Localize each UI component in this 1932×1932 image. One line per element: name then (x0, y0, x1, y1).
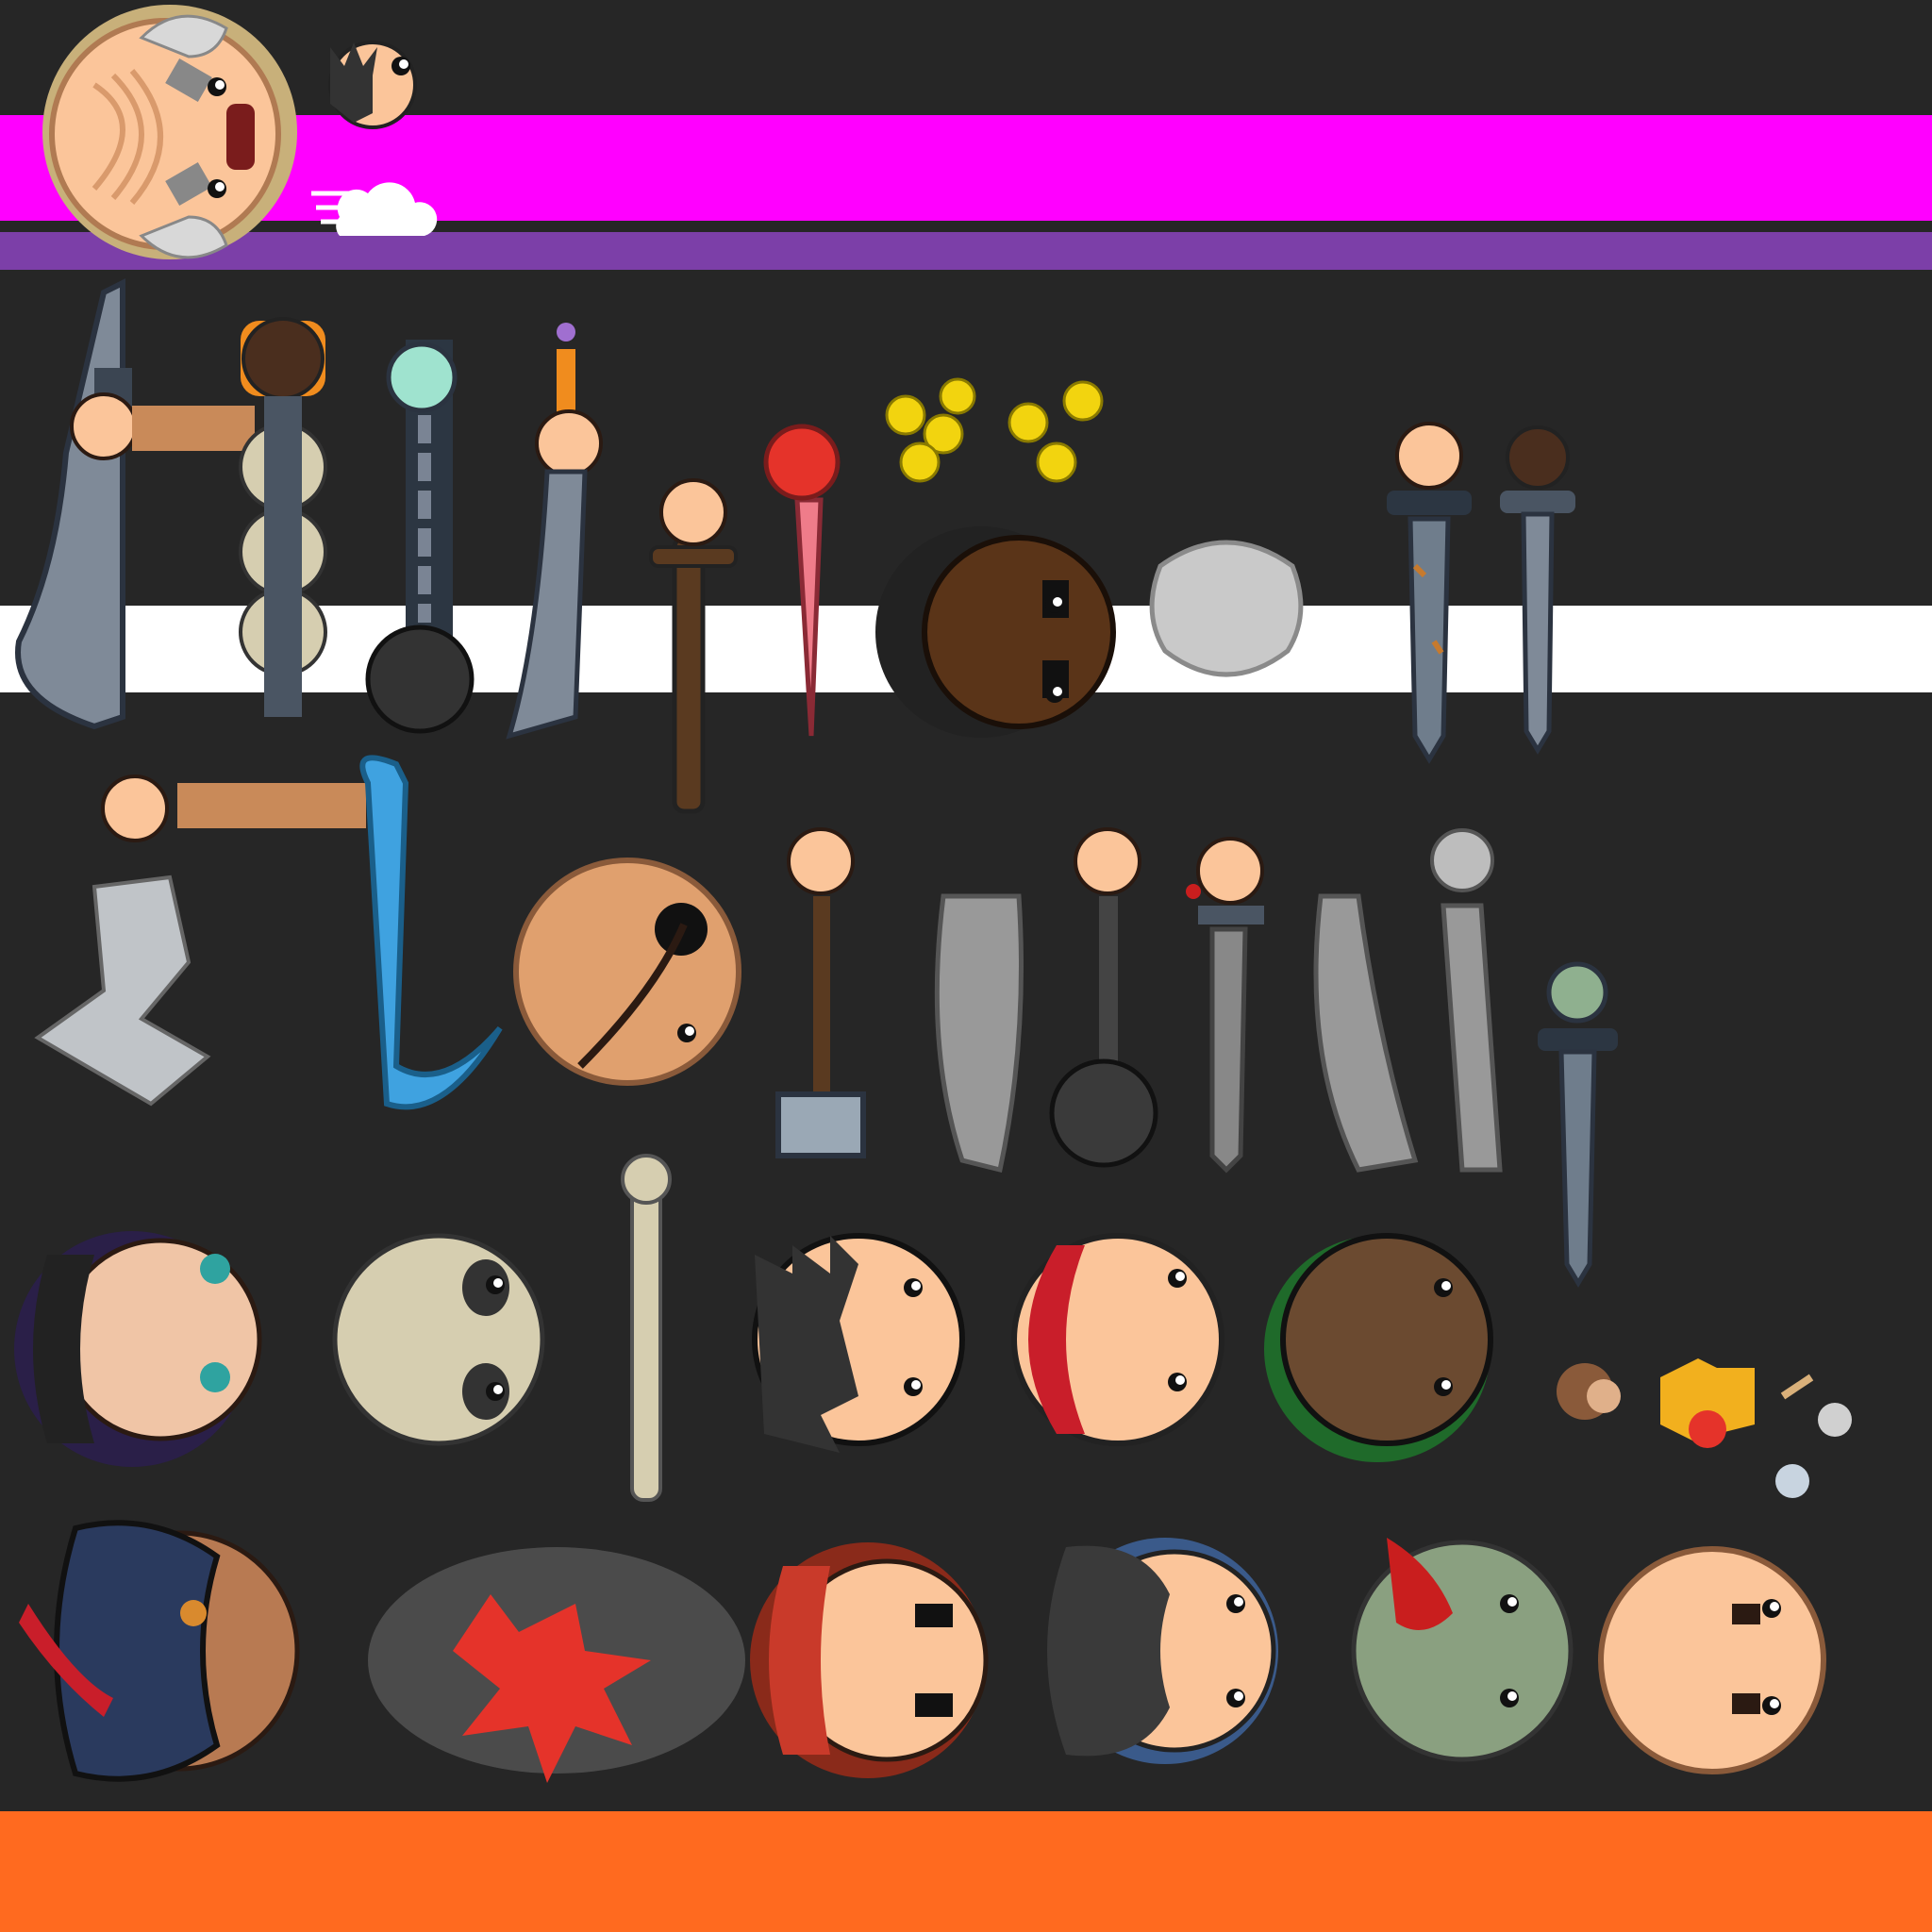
tattooed-head (1264, 1233, 1493, 1462)
dreadlock-pirate-head (750, 1542, 989, 1778)
eyepatch-bald-head (513, 858, 741, 1086)
speed-cloud-icon (311, 182, 438, 236)
skeleton-head (332, 1233, 545, 1446)
long-blade-weapon (1430, 828, 1503, 1173)
red-bandana-head (1011, 1233, 1224, 1446)
gold-coins (885, 377, 1104, 483)
zombie-head (1351, 1538, 1574, 1762)
chain-ball-weapon (365, 340, 475, 734)
bald-gentleman-head (1598, 1546, 1826, 1774)
rusty-sword-weapon (1387, 422, 1472, 764)
captain-head (19, 1520, 300, 1782)
dark-hair-head (752, 1233, 965, 1453)
old-pirate-head (42, 5, 297, 259)
spiky-hair-head (328, 41, 417, 129)
jeweled-sword-weapon (1186, 837, 1264, 1174)
crab-claw-sword-weapon (763, 424, 841, 737)
dagger-weapon (506, 323, 603, 740)
wooden-mace-weapon (649, 478, 738, 814)
skull-flail-weapon (239, 317, 327, 717)
sprite-sheet (14, 5, 1852, 1783)
jade-sword-weapon (1538, 961, 1618, 1288)
witch-head (14, 1231, 262, 1467)
shells (1775, 1374, 1852, 1498)
stone-troll-mask (1149, 540, 1304, 677)
monkey-pet (1557, 1363, 1621, 1420)
beret-officer-head (1047, 1538, 1278, 1764)
ball-mace-weapon (1049, 827, 1158, 1168)
ice-shard-axe-weapon (34, 774, 366, 1107)
steel-sword-weapon (1500, 425, 1575, 755)
fire-spirit (1660, 1358, 1755, 1448)
cleaver-weapon (15, 278, 255, 730)
curved-blade-weapon (1313, 893, 1419, 1173)
blood-splat-smoke (368, 1547, 745, 1783)
scimitar-weapon (934, 893, 1024, 1174)
bone-club-weapon (621, 1154, 672, 1502)
afro-pirate-head (875, 526, 1116, 738)
water-cutlass-weapon (359, 755, 503, 1110)
hammer-weapon (775, 827, 866, 1158)
